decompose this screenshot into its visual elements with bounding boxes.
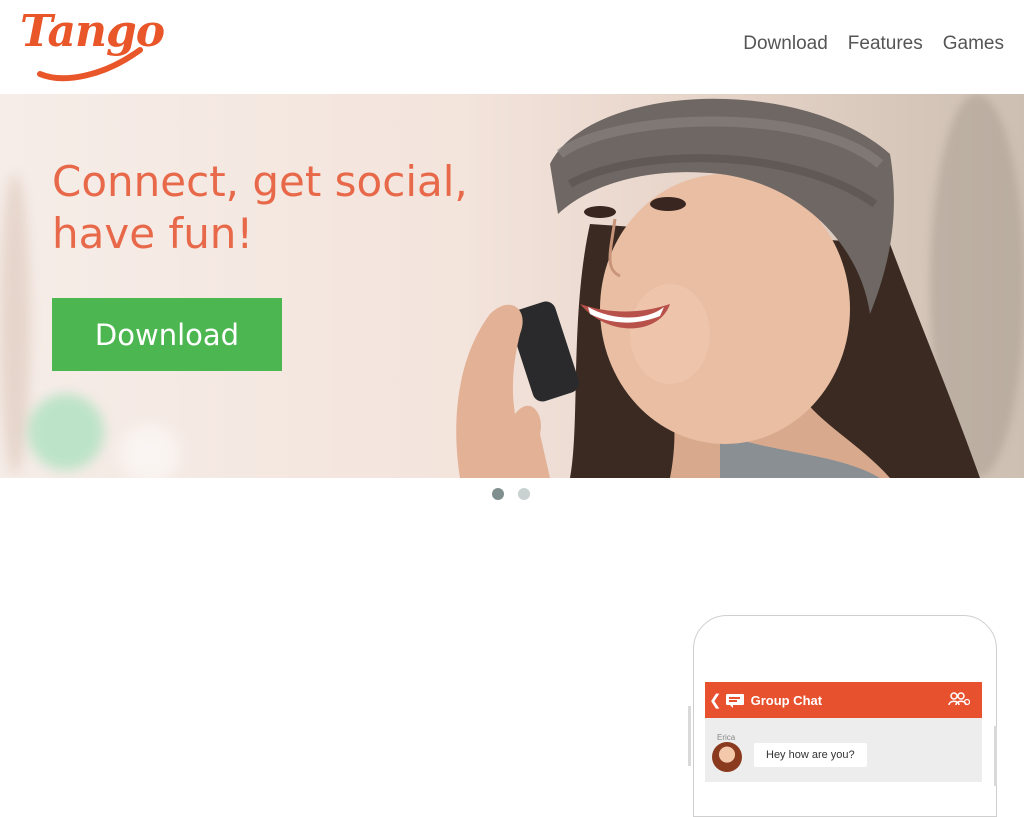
phone-screen: ❮ Group Chat Erica Hey how are you?	[705, 682, 982, 782]
phone-side-button	[688, 706, 691, 766]
nav-features[interactable]: Features	[848, 33, 923, 55]
main-nav: Download Features Games	[743, 33, 1004, 55]
chat-message-bubble: Hey how are you?	[754, 743, 867, 767]
nav-download[interactable]: Download	[743, 33, 828, 55]
group-chat-header: ❮ Group Chat	[705, 682, 982, 718]
chat-icon	[725, 694, 744, 708]
message-sender: Erica	[717, 733, 736, 742]
carousel-dot-2[interactable]	[518, 488, 530, 500]
phone-side-button	[994, 726, 997, 786]
woman-on-phone-photo	[456, 98, 980, 478]
hero-headline-line-1: Connect, get social,	[52, 157, 468, 206]
bokeh-light	[120, 424, 180, 478]
chevron-left-icon[interactable]: ❮	[709, 691, 722, 709]
hero-download-button[interactable]: Download	[52, 298, 282, 371]
nav-games[interactable]: Games	[943, 33, 1004, 55]
bokeh-light	[28, 394, 104, 470]
carousel-dots	[492, 488, 530, 500]
hero-banner: Connect, get social, have fun! Download	[0, 94, 1024, 478]
carousel-dot-1[interactable]	[492, 488, 504, 500]
site-header: Tango Download Features Games	[0, 0, 1024, 94]
group-chat-title: Group Chat	[750, 692, 823, 708]
hero-headline-line-2: have fun!	[52, 209, 254, 258]
group-people-icon[interactable]	[948, 691, 970, 707]
bokeh-light	[0, 174, 30, 474]
hero-headline: Connect, get social, have fun!	[52, 156, 512, 260]
logo-swoosh-icon	[37, 47, 143, 82]
